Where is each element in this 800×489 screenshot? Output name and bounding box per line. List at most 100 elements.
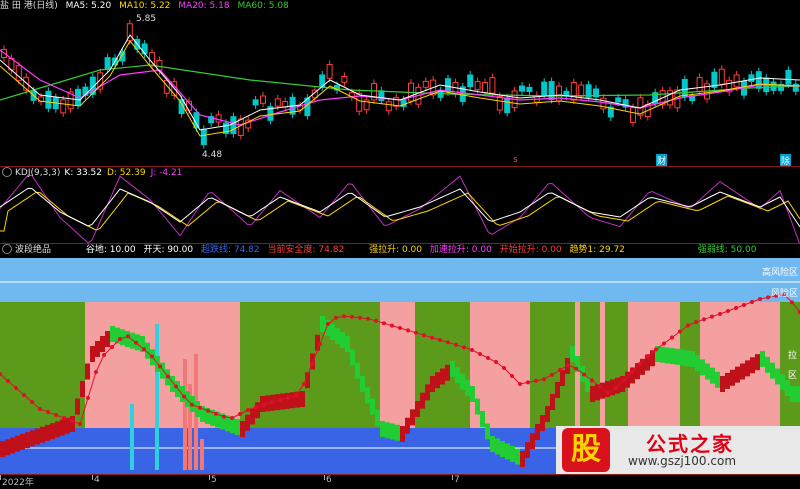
step-bar [455, 367, 460, 384]
kdj-k-line [0, 187, 800, 228]
signal-bar [200, 439, 204, 470]
step-bar [20, 433, 25, 450]
step-bar [430, 376, 435, 392]
kdj-j-value: J: -4.21 [150, 168, 183, 178]
step-bar [250, 408, 255, 425]
kdj-d-value: D: 52.39 [106, 168, 146, 178]
indicator-legend: 波段绝品 谷地: 10.00 开天: 90.00 超跌线: 74.82 当前安全… [0, 243, 800, 257]
watermark: 股 公式之家 www.gszj100.com [556, 426, 800, 474]
step-bar [780, 374, 785, 391]
step-bar [525, 442, 530, 458]
step-bar [700, 359, 705, 376]
candle-body [60, 99, 67, 114]
legend-open: 开天: 90.00 [143, 245, 194, 255]
step-bar [85, 363, 90, 380]
stock-title: 盐 田 港(日线) [0, 1, 58, 11]
signal-bar [183, 359, 187, 470]
step-bar [615, 377, 620, 394]
ma60-value: MA60: 5.08 [237, 1, 289, 11]
step-bar [80, 381, 85, 397]
candle-body [149, 52, 155, 66]
step-bar [570, 346, 575, 362]
step-bar [75, 398, 80, 415]
step-bar [460, 373, 465, 390]
candle-body [260, 95, 266, 104]
zone-risk-label: 风险区 [770, 289, 798, 299]
step-bar [500, 441, 505, 457]
step-bar [680, 349, 685, 366]
ma5-line [0, 34, 800, 131]
step-bar [735, 366, 740, 383]
candle-body [252, 99, 259, 106]
watermark-title: 公式之家 [646, 432, 734, 456]
time-axis[interactable]: 2022年 4 5 6 7 [0, 474, 800, 489]
kdj-pane[interactable]: KDJ(9,3,3) K: 33.52 D: 52.39 J: -4.21 [0, 166, 800, 243]
candle-body [681, 78, 688, 98]
zone-column [780, 302, 800, 428]
step-bar [90, 346, 95, 362]
candle-body [45, 90, 52, 109]
step-bar [10, 437, 15, 454]
step-bar [750, 357, 755, 374]
step-bar [445, 364, 450, 381]
step-bar [765, 356, 770, 373]
low-price-label: 4.48 [202, 150, 223, 160]
step-bar [55, 421, 60, 438]
step-bar [415, 401, 420, 417]
step-bar [40, 426, 45, 443]
step-bar [15, 435, 20, 452]
event-marker-s[interactable]: s [513, 155, 518, 165]
step-bar [400, 426, 405, 442]
axis-label-apr: 4 [94, 475, 100, 485]
price-pane[interactable]: 盐 田 港(日线) MA5: 5.20 MA10: 5.22 MA20: 5.1… [0, 0, 800, 167]
step-bar [760, 351, 765, 367]
candle-body [630, 107, 636, 123]
candle-body [489, 77, 496, 94]
settings-icon[interactable] [2, 166, 12, 177]
step-bar [675, 348, 680, 365]
step-bar [490, 436, 495, 452]
candle-body [141, 43, 148, 55]
settings-icon[interactable] [2, 243, 12, 254]
risk-band [0, 282, 800, 302]
zone-column [580, 302, 600, 428]
step-bar [435, 372, 440, 389]
step-bar [545, 406, 550, 422]
step-bar [130, 332, 135, 349]
candle-body [215, 114, 222, 123]
step-bar [35, 428, 40, 445]
step-bar [745, 360, 750, 377]
legend-strength: 强弱线: 50.00 [697, 245, 757, 255]
step-bar [550, 394, 555, 410]
step-bar [240, 421, 245, 437]
step-bar [235, 419, 240, 436]
legend-strong-rise: 强拉升: 0.00 [369, 245, 423, 255]
candle-body [104, 57, 111, 70]
price-chart [0, 19, 800, 149]
step-bar [335, 328, 340, 344]
ma20-value: MA20: 5.18 [178, 1, 230, 11]
candle-body [696, 76, 703, 92]
watermark-url: www.gszj100.com [628, 454, 737, 468]
legend-valley: 谷地: 10.00 [85, 245, 136, 255]
step-bar [100, 336, 105, 352]
step-bar [560, 370, 565, 386]
zone-column [380, 302, 415, 428]
axis-label-may: 5 [211, 475, 217, 485]
step-bar [345, 336, 350, 352]
watermark-logo: 股 [562, 428, 610, 472]
candle-body [341, 75, 348, 83]
kdj-k-value: K: 33.52 [64, 168, 102, 178]
candle-body [474, 81, 481, 91]
zone-column [0, 302, 85, 428]
step-bar [360, 376, 365, 392]
legend-safety: 当前安全度: 74.82 [267, 245, 345, 255]
step-bar [590, 386, 595, 402]
step-bar [365, 387, 370, 404]
step-bar [395, 424, 400, 441]
candle-body [326, 63, 333, 79]
indicator-title: 波段绝品 [15, 245, 52, 255]
high-risk-band [0, 258, 800, 282]
step-bar [785, 380, 790, 397]
zone-column [600, 302, 605, 428]
